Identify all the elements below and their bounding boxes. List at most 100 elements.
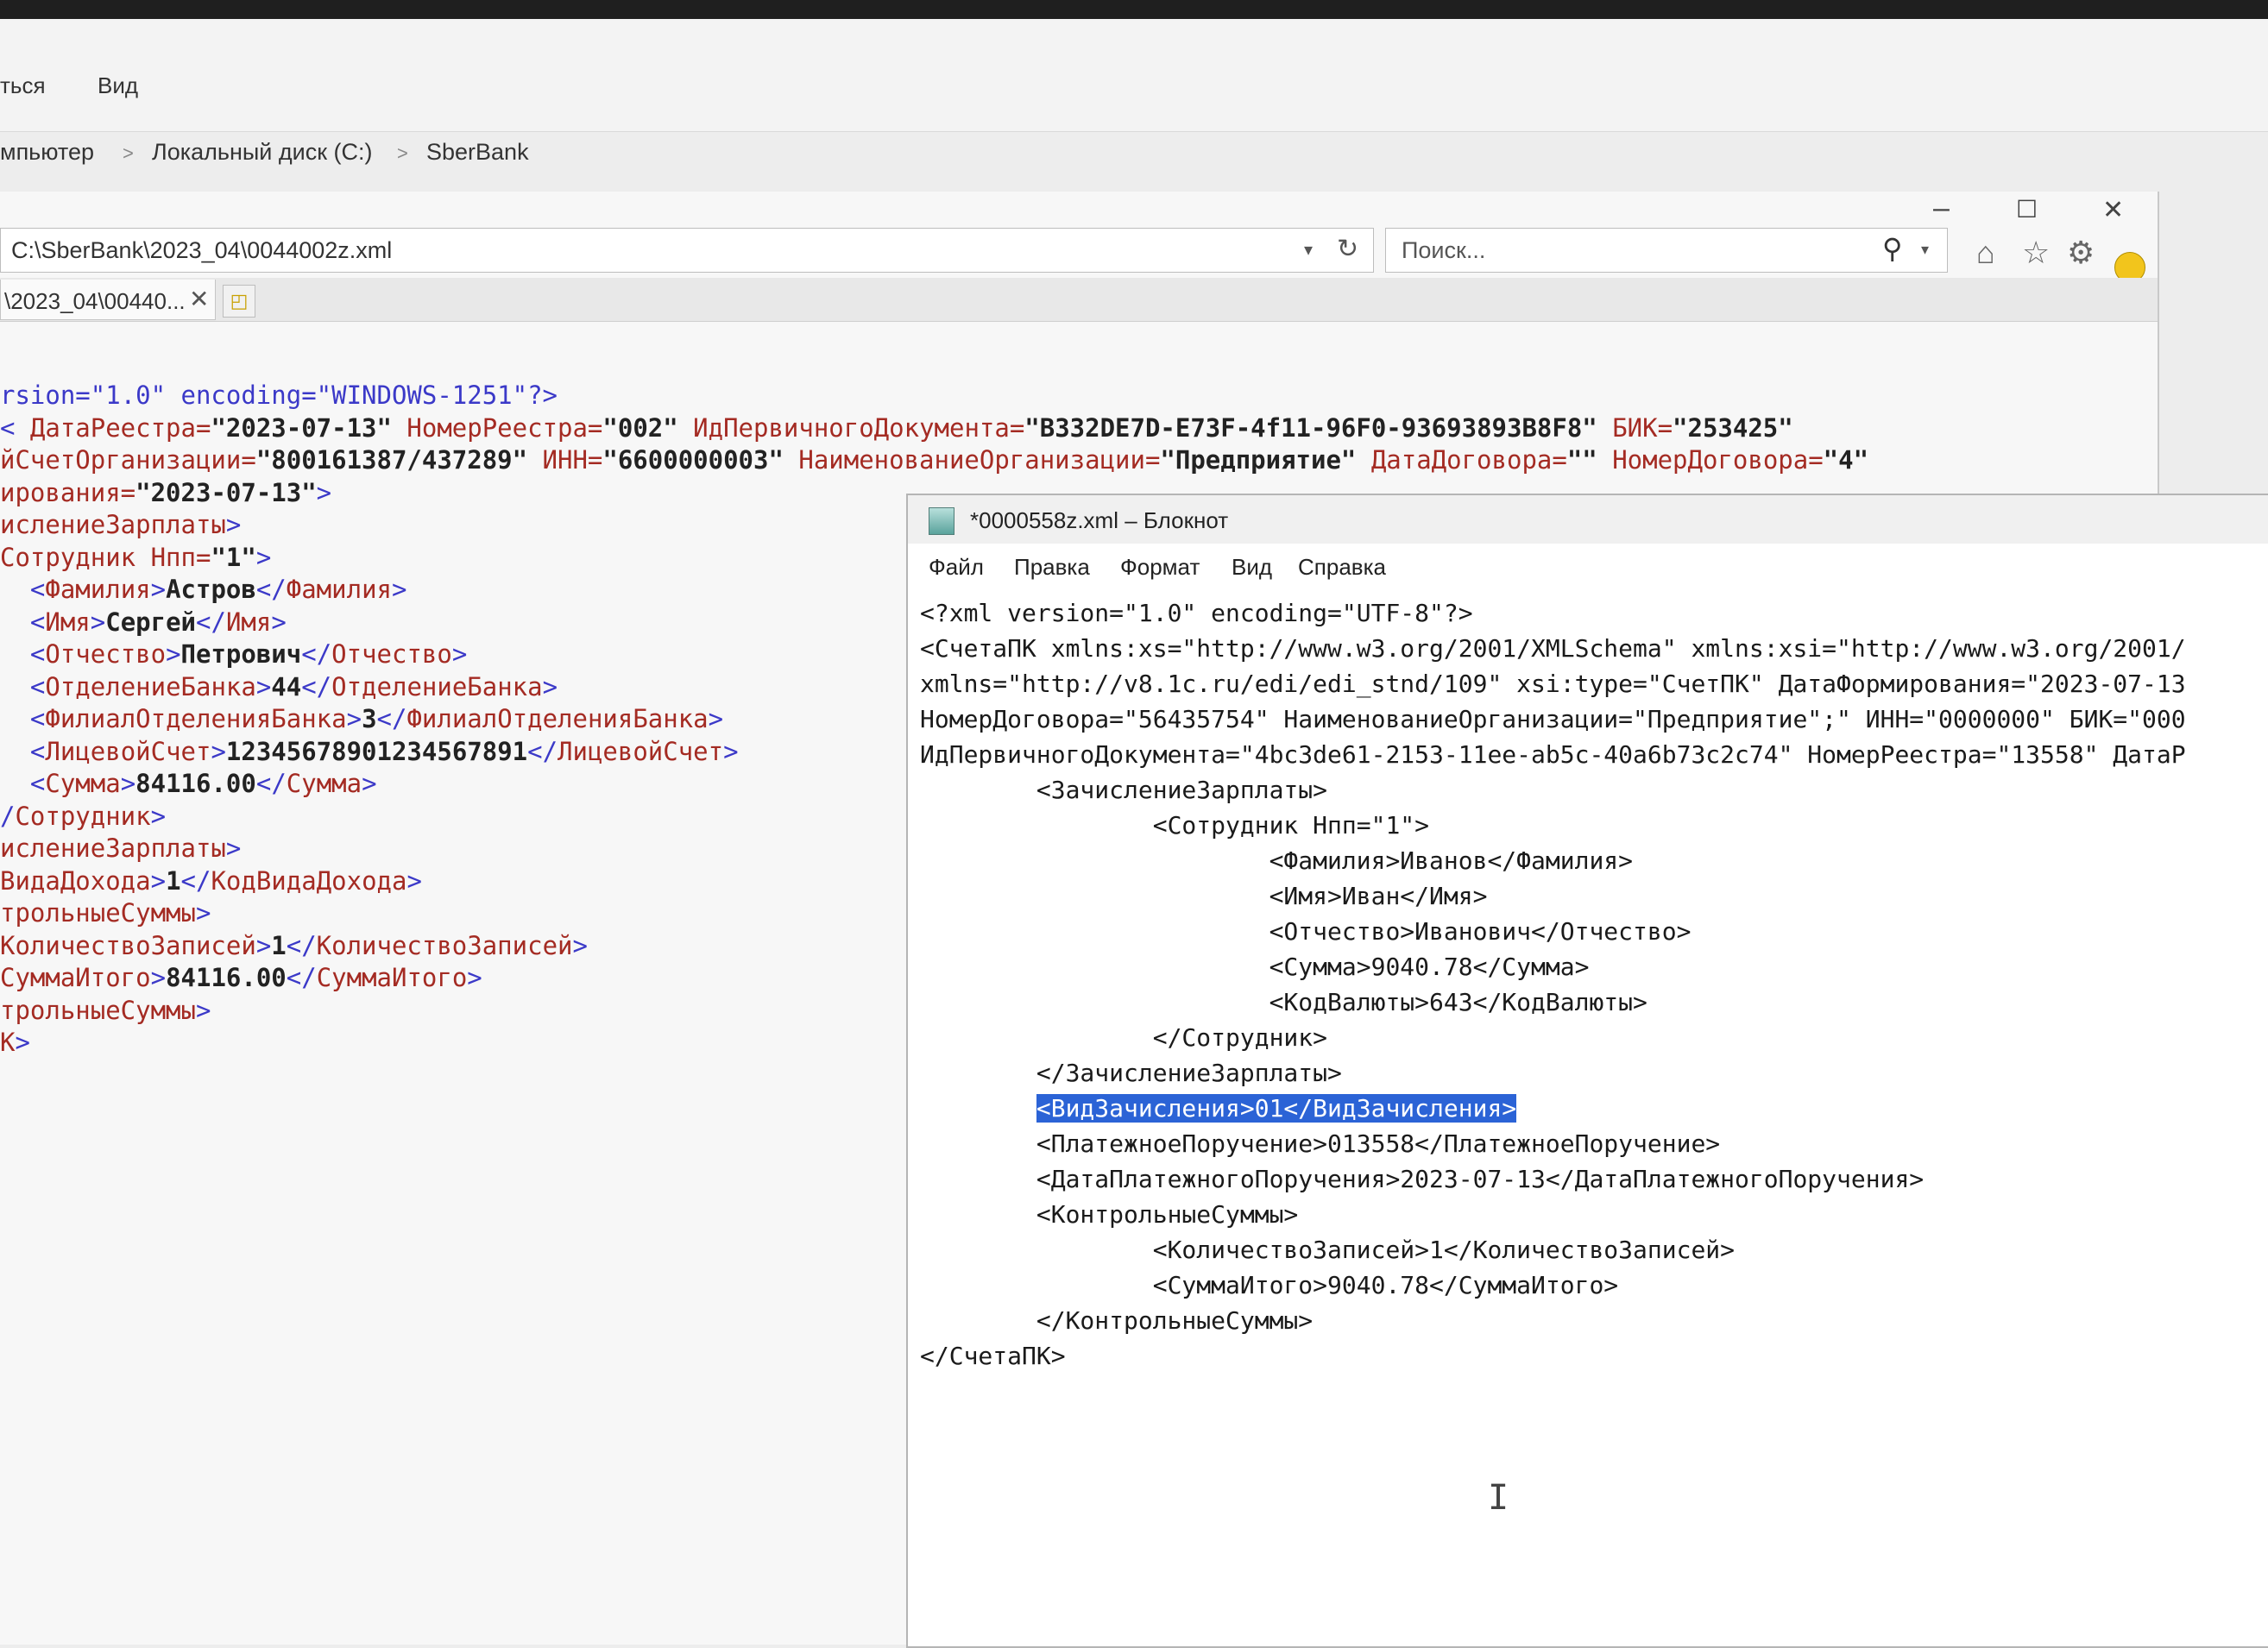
address-value[interactable]: C:\SberBank\2023_04\0044002z.xml bbox=[11, 237, 392, 264]
xml-token: СуммаИтого bbox=[0, 963, 151, 992]
search-dropdown-icon[interactable]: ▾ bbox=[1921, 241, 1929, 259]
xml-token: </ bbox=[301, 639, 332, 669]
xml-token: "B332DE7D-E73F-4f11-96F0-93693893B8F8" bbox=[1024, 412, 1613, 443]
xml-token: "Предприятие" bbox=[1160, 445, 1371, 475]
notepad-line: <ЗачислениеЗарплаты> bbox=[920, 776, 1328, 804]
xml-token: "253425" bbox=[1673, 412, 1793, 443]
address-dropdown-icon[interactable]: ▾ bbox=[1304, 239, 1313, 261]
xml-token: ДатаДоговора= bbox=[1370, 445, 1567, 475]
breadcrumb-local-disk[interactable]: Локальный диск (C:) bbox=[152, 139, 373, 166]
xml-line: <Фамилия>Астров</Фамилия> bbox=[0, 574, 407, 607]
xml-token: > bbox=[542, 671, 558, 701]
xml-line: КоличествоЗаписей>1</КоличествоЗаписей> bbox=[0, 930, 588, 963]
notepad-line: <КоличествоЗаписей>1</КоличествоЗаписей> bbox=[920, 1236, 1736, 1264]
home-icon[interactable]: ⌂ bbox=[1976, 235, 1995, 271]
notepad-line: <Сумма>9040.78</Сумма> bbox=[920, 953, 1590, 981]
tab-xml-file[interactable]: \2023_04\00440... ✕ bbox=[0, 280, 216, 320]
xml-line: трольныеСуммы> bbox=[0, 995, 211, 1028]
notepad-line: </Сотрудник> bbox=[920, 1023, 1328, 1052]
xml-token: < bbox=[0, 575, 46, 604]
notepad-line: <Сотрудник Нпп="1"> bbox=[920, 811, 1430, 840]
close-icon[interactable]: ✕ bbox=[2102, 195, 2124, 225]
xml-token: трольныеСуммы bbox=[0, 898, 196, 928]
notepad-line: <СуммаИтого>9040.78</СуммаИтого> bbox=[920, 1271, 1619, 1299]
explorer-menu-view[interactable]: Вид bbox=[98, 72, 138, 99]
notepad-line: <СчетаПК xmlns:xs="http://www.w3.org/200… bbox=[920, 634, 2186, 663]
search-box[interactable]: Поиск... ⚲ ▾ bbox=[1385, 228, 1948, 273]
menu-format[interactable]: Формат bbox=[1120, 554, 1200, 581]
selected-text[interactable]: <ВидЗачисления>01</ВидЗачисления> bbox=[1036, 1094, 1517, 1123]
notepad-line: xmlns="http://v8.1c.ru/edi/edi_stnd/109"… bbox=[920, 670, 2186, 698]
menu-edit[interactable]: Правка bbox=[1014, 554, 1090, 581]
tab-title: \2023_04\00440... bbox=[4, 288, 186, 314]
breadcrumb-separator-icon: > bbox=[397, 142, 408, 164]
tab-close-icon[interactable]: ✕ bbox=[189, 285, 209, 313]
menu-file[interactable]: Файл bbox=[929, 554, 984, 581]
xml-token: > bbox=[150, 575, 167, 604]
new-tab-icon[interactable]: ◰ bbox=[223, 285, 255, 318]
xml-token: 3 bbox=[362, 704, 377, 733]
xml-token: > bbox=[255, 930, 272, 960]
xml-token: </ bbox=[196, 607, 226, 637]
xml-token: Астров bbox=[166, 575, 256, 604]
xml-token: исление3арплаты bbox=[0, 833, 226, 863]
xml-line: <ФилиалОтделенияБанка>3</ФилиалОтделения… bbox=[0, 703, 723, 736]
xml-token: 44 bbox=[271, 671, 302, 701]
xml-token: > bbox=[15, 1028, 30, 1057]
xml-token: "800161387/437289" bbox=[255, 445, 543, 475]
xml-token: Петрович bbox=[180, 639, 302, 669]
xml-token: ФилиалОтделенияБанка bbox=[45, 704, 347, 733]
xml-line: <ОтделениеБанка>44</ОтделениеБанка> bbox=[0, 671, 558, 704]
refresh-icon[interactable]: ↻ bbox=[1337, 234, 1358, 264]
xml-token: < bbox=[0, 736, 46, 766]
xml-token: </ bbox=[527, 736, 558, 766]
menu-view[interactable]: Вид bbox=[1232, 554, 1272, 581]
notepad-line: <Имя>Иван</Имя> bbox=[920, 882, 1488, 910]
xml-token: / bbox=[0, 801, 16, 831]
notepad-line: <ПлатежноеПоручение>013558</ПлатежноеПор… bbox=[920, 1129, 1721, 1158]
xml-token: > bbox=[451, 639, 468, 669]
xml-token: rsion="1.0" encoding="WINDOWS-1251"?> bbox=[0, 381, 558, 410]
xml-token: КодВидаДохода bbox=[211, 865, 407, 896]
notepad-line: <Фамилия>Иванов</Фамилия> bbox=[920, 846, 1634, 875]
address-bar[interactable]: C:\SberBank\2023_04\0044002z.xml ▾ ↻ bbox=[0, 228, 1374, 273]
xml-token: > bbox=[572, 930, 588, 960]
search-icon[interactable]: ⚲ bbox=[1882, 232, 1902, 265]
xml-line: К> bbox=[0, 1027, 30, 1060]
xml-token: ИдПервичногоДокумента= bbox=[693, 412, 1025, 443]
xml-token: < bbox=[0, 704, 46, 733]
breadcrumb-sberbank[interactable]: SberBank bbox=[426, 139, 529, 166]
xml-token: БИК= bbox=[1612, 412, 1673, 443]
xml-token: > bbox=[708, 704, 724, 733]
xml-token: Сергей bbox=[105, 607, 197, 637]
xml-token: </ bbox=[286, 963, 317, 992]
xml-line: Сотрудник Нпп="1"> bbox=[0, 542, 271, 575]
xml-token: > bbox=[150, 801, 167, 831]
xml-token: > bbox=[391, 575, 407, 604]
maximize-icon[interactable]: ☐ bbox=[2016, 195, 2038, 223]
xml-token: Сумма bbox=[286, 769, 362, 798]
xml-token: > bbox=[90, 607, 106, 637]
xml-token: </ bbox=[286, 930, 317, 960]
notepad-line: <ВидЗачисления>01</ВидЗачисления> bbox=[920, 1091, 1517, 1126]
favorites-star-icon[interactable]: ☆ bbox=[2022, 235, 2050, 271]
xml-line: <ЛицевойСчет>12345678901234567891</Лицев… bbox=[0, 736, 739, 769]
notepad-line: <?xml version="1.0" encoding="UTF-8"?> bbox=[920, 599, 1473, 627]
notepad-window: *0000558z.xml – Блокнот Файл Правка Форм… bbox=[906, 494, 2268, 1648]
xml-line: < ДатаРеестра="2023-07-13" НомерРеестра=… bbox=[0, 412, 1793, 445]
xml-token: Отчество bbox=[45, 639, 167, 669]
notepad-line: </СчетаПК> bbox=[920, 1342, 1066, 1370]
xml-token: Сотрудник Нпп= bbox=[0, 542, 211, 572]
xml-token: "002" bbox=[602, 412, 694, 443]
notepad-line: ИдПервичногоДокумента="4bc3de61-2153-11e… bbox=[920, 740, 2186, 769]
settings-gear-icon[interactable]: ⚙ bbox=[2067, 235, 2095, 271]
search-placeholder[interactable]: Поиск... bbox=[1402, 237, 1485, 264]
xml-token: > bbox=[225, 833, 242, 863]
explorer-menu-share[interactable]: ться bbox=[0, 72, 46, 99]
breadcrumb: мпьютер > Локальный диск (C:) > SberBank bbox=[0, 125, 2268, 177]
breadcrumb-computer[interactable]: мпьютер bbox=[0, 139, 94, 166]
xml-token: 12345678901234567891 bbox=[225, 736, 528, 766]
xml-line: <Имя>Сергей</Имя> bbox=[0, 607, 287, 639]
minimize-icon[interactable]: – bbox=[1933, 192, 1950, 225]
menu-help[interactable]: Справка bbox=[1298, 554, 1386, 581]
